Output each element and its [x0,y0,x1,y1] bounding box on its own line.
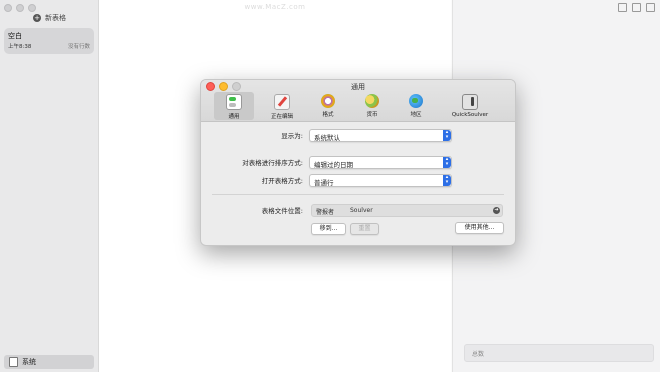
general-switch-icon [226,94,242,110]
tab-general[interactable]: 通用 [214,92,254,120]
preferences-body: 显示为: 系统默认 ▴ ▾ 对表格进行排序方式: 编辑过的日期 ▴ ▾ 打开表格方式… [201,122,515,245]
split-view-icon[interactable] [632,3,641,12]
location-label: 表格文件位置: [261,207,303,215]
tab-currency[interactable]: 货币 [352,92,392,120]
move-to-button[interactable]: 移到... [311,223,346,235]
preferences-title: 通用 [351,83,365,91]
plus-circle-icon: + [33,14,41,22]
sidebar-toggle-icon[interactable] [618,3,627,12]
editing-pencil-icon [274,94,290,110]
tab-quicksoulver-label: QuickSoulver [451,112,489,118]
sheet-title: 空白 [8,32,22,40]
document-icon [9,357,18,367]
zoom-window-button[interactable] [28,4,36,12]
sheet-line-count: 没有行数 [67,44,90,50]
display-as-label: 显示为: [281,132,303,140]
watermark: www.MacZ.com [244,3,306,11]
sheet-time: 上午8:38 [8,44,32,50]
sidebar: + 新表格 空白 上午8:38 没有行数 系统 [0,0,99,372]
sidebar-item-system[interactable]: 系统 [4,355,94,369]
tab-currency-label: 货币 [366,112,378,118]
sort-value: 编辑过的日期 [314,160,353,169]
popup-arrows-icon: ▴ ▾ [443,175,451,186]
preferences-titlebar: 通用 通用 正在编辑 格式 货币 地区 QuickSoulver [201,80,515,122]
window-controls [4,4,36,12]
tab-format-label: 格式 [322,112,334,118]
total-bar[interactable]: 总数 [464,344,654,362]
region-globe-icon [409,94,423,108]
sort-label: 对表格进行排序方式: [242,159,303,167]
new-sheet-button[interactable]: + 新表格 [33,13,66,23]
sheet-list-item[interactable]: 空白 上午8:38 没有行数 [4,28,94,54]
tab-region[interactable]: 地区 [396,92,436,120]
display-as-value: 系统默认 [314,133,340,142]
tab-editing-label: 正在编辑 [270,114,293,120]
share-icon[interactable] [646,3,655,12]
minimize-window-button[interactable] [16,4,24,12]
open-popup[interactable]: 普通行 ▴ ▾ [309,174,452,187]
reset-button[interactable]: 重置 [350,223,379,235]
location-path-control[interactable]: 警报者 Soulver ➜ [311,204,503,217]
total-label: 总数 [472,351,485,358]
tab-region-label: 地区 [410,112,422,118]
sort-popup[interactable]: 编辑过的日期 ▴ ▾ [309,156,452,169]
close-window-button[interactable] [4,4,12,12]
toolbar-icons [618,3,655,12]
display-as-popup[interactable]: 系统默认 ▴ ▾ [309,129,452,142]
quicksoulver-icon [462,94,478,110]
tab-format[interactable]: 格式 [308,92,348,120]
currency-coins-icon [365,94,379,108]
divider [212,194,504,195]
reveal-arrow-icon[interactable]: ➜ [493,206,500,214]
preferences-window: 通用 通用 正在编辑 格式 货币 地区 QuickSoulver 显示为: 系统… [200,79,516,246]
popup-arrows-icon: ▴ ▾ [443,130,451,141]
path-segment: Soulver [350,207,373,214]
open-label: 打开表格方式: [261,177,303,185]
preferences-tabs: 通用 正在编辑 格式 货币 地区 QuickSoulver [201,92,515,121]
open-value: 普通行 [314,178,334,187]
tab-editing[interactable]: 正在编辑 [262,92,302,120]
new-sheet-label: 新表格 [45,14,66,22]
sidebar-item-system-label: 系统 [22,358,36,366]
format-palette-icon [321,94,335,108]
tab-quicksoulver[interactable]: QuickSoulver [447,92,493,120]
popup-arrows-icon: ▴ ▾ [443,157,451,168]
tab-general-label: 通用 [228,114,240,120]
use-other-button[interactable]: 使用其他... [455,222,504,234]
path-segment: 警报者 [316,209,335,216]
